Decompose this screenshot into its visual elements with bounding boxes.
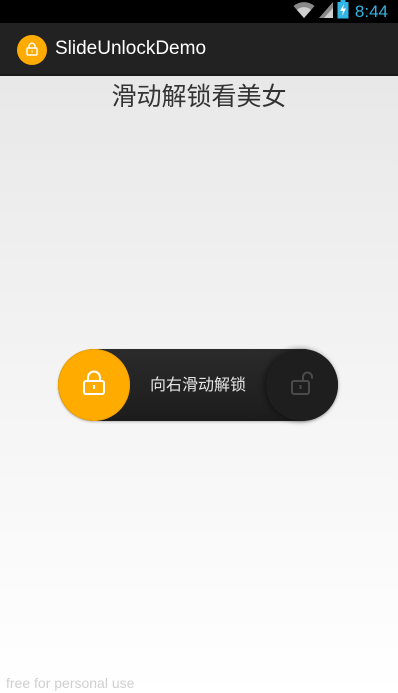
watermark-text: free for personal use	[6, 675, 135, 691]
status-time: 8:44	[354, 2, 388, 21]
lock-icon	[25, 41, 39, 60]
unlock-target	[266, 349, 338, 421]
lock-icon	[81, 370, 107, 400]
slide-unlock-hint: 向右滑动解锁	[149, 375, 246, 394]
signal-icon	[318, 1, 333, 23]
unlock-icon	[289, 370, 315, 400]
status-icons: 8:44	[293, 0, 388, 23]
wifi-icon	[293, 1, 315, 23]
action-bar: SlideUnlockDemo	[0, 23, 398, 76]
page-title: 滑动解锁看美女	[111, 82, 287, 111]
app-title: SlideUnlockDemo	[55, 38, 207, 59]
app-icon[interactable]	[17, 35, 47, 65]
slide-unlock-track[interactable]: 向右滑动解锁	[58, 349, 338, 421]
battery-charging-icon	[337, 0, 349, 23]
content-area: 滑动解锁看美女 向右滑动解锁 free for personal use	[0, 76, 398, 693]
slider-thumb[interactable]	[58, 349, 130, 421]
status-bar: 8:44	[0, 0, 398, 23]
